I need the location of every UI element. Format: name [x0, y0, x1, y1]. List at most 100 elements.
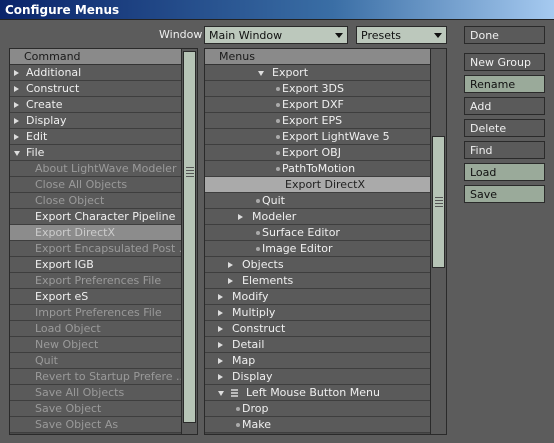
triangle-down-icon[interactable]	[258, 71, 264, 76]
dot-icon	[276, 87, 280, 91]
menu-node-export-directx[interactable]: Export DirectX	[205, 177, 430, 193]
menus-scrollbar[interactable]	[430, 49, 446, 434]
command-item-additional[interactable]: Additional	[10, 65, 181, 81]
command-item-new-object[interactable]: New Object	[10, 337, 181, 353]
add-button[interactable]: Add	[464, 97, 545, 115]
triangle-right-icon[interactable]	[218, 374, 223, 380]
menu-node-make[interactable]: Make	[205, 417, 430, 433]
command-item-save-object[interactable]: Save Object	[10, 401, 181, 417]
menu-node-export-dxf[interactable]: Export DXF	[205, 97, 430, 113]
done-button[interactable]: Done	[464, 26, 545, 44]
menu-node-objects[interactable]: Objects	[205, 257, 430, 273]
triangle-right-icon[interactable]	[228, 278, 233, 284]
menu-node-label: Export DXF	[282, 98, 344, 111]
menu-node-elements[interactable]: Elements	[205, 273, 430, 289]
command-item-edit[interactable]: Edit	[10, 129, 181, 145]
triangle-down-icon[interactable]	[218, 391, 224, 396]
command-item-export-es[interactable]: Export eS	[10, 289, 181, 305]
save-button[interactable]: Save	[464, 185, 545, 203]
command-item-about-lightwave-modeler[interactable]: About LightWave Modeler	[10, 161, 181, 177]
triangle-right-icon[interactable]	[218, 310, 223, 316]
triangle-right-icon[interactable]	[218, 294, 223, 300]
command-item-export-character-pipeline[interactable]: Export Character Pipeline	[10, 209, 181, 225]
triangle-down-icon[interactable]	[14, 151, 20, 156]
command-item-export-preferences-file[interactable]: Export Preferences File	[10, 273, 181, 289]
command-item-import-preferences-file[interactable]: Import Preferences File	[10, 305, 181, 321]
command-list[interactable]: Additional Construct Create Display Edit File…	[10, 65, 181, 433]
triangle-right-icon[interactable]	[14, 70, 19, 76]
menu-node-image-editor[interactable]: Image Editor	[205, 241, 430, 257]
grip-line	[186, 176, 194, 177]
triangle-right-icon[interactable]	[14, 134, 19, 140]
command-item-quit[interactable]: Quit	[10, 353, 181, 369]
menu-node-export-obj[interactable]: Export OBJ	[205, 145, 430, 161]
menu-node-multiply[interactable]: Multiply	[205, 305, 430, 321]
triangle-right-icon[interactable]	[14, 102, 19, 108]
window-select[interactable]: Main Window	[204, 26, 348, 44]
command-item-close-object[interactable]: Close Object	[10, 193, 181, 209]
delete-button[interactable]: Delete	[464, 119, 545, 137]
command-scrollbar-thumb[interactable]	[183, 51, 196, 423]
command-item-label: Revert to Startup Prefere ...	[35, 370, 181, 383]
command-item-display[interactable]: Display	[10, 113, 181, 129]
command-item-label: Export eS	[35, 290, 89, 303]
command-item-label: Display	[26, 114, 67, 127]
menu-node-export-eps[interactable]: Export EPS	[205, 113, 430, 129]
menu-node-surface-editor[interactable]: Surface Editor	[205, 225, 430, 241]
triangle-right-icon[interactable]	[238, 214, 243, 220]
grip-line	[186, 170, 194, 171]
command-item-label: Export IGB	[35, 258, 94, 271]
dot-icon	[276, 119, 280, 123]
chevron-down-icon	[335, 33, 343, 38]
triangle-right-icon[interactable]	[228, 262, 233, 268]
menu-node-export[interactable]: Export	[205, 65, 430, 81]
menu-node-detail[interactable]: Detail	[205, 337, 430, 353]
menu-node-map[interactable]: Map	[205, 353, 430, 369]
triangle-right-icon[interactable]	[14, 86, 19, 92]
menu-node-construct[interactable]: Construct	[205, 321, 430, 337]
menu-node-pathtomotion[interactable]: PathToMotion	[205, 161, 430, 177]
dot-icon	[236, 407, 240, 411]
command-item-create[interactable]: Create	[10, 97, 181, 113]
menus-scrollbar-thumb[interactable]	[432, 136, 445, 268]
dot-icon	[276, 167, 280, 171]
triangle-right-icon[interactable]	[218, 342, 223, 348]
menu-node-display[interactable]: Display	[205, 369, 430, 385]
grip-line	[186, 167, 194, 168]
find-button[interactable]: Find	[464, 141, 545, 159]
menu-node-label: Construct	[232, 322, 286, 335]
triangle-right-icon[interactable]	[218, 358, 223, 364]
command-item-export-directx[interactable]: Export DirectX	[10, 225, 181, 241]
rename-button[interactable]: Rename	[464, 75, 545, 93]
load-button[interactable]: Load	[464, 163, 545, 181]
command-item-construct[interactable]: Construct	[10, 81, 181, 97]
menu-node-modeler[interactable]: Modeler	[205, 209, 430, 225]
command-item-close-all-objects[interactable]: Close All Objects	[10, 177, 181, 193]
command-item-save-object-as[interactable]: Save Object As	[10, 417, 181, 433]
menus-panel[interactable]: Menus Export Export 3DS Export DXF Export E…	[204, 48, 447, 435]
menu-node-left-mouse-button-menu[interactable]: Left Mouse Button Menu	[205, 385, 430, 401]
command-scrollbar[interactable]	[181, 49, 197, 434]
window-title-bar[interactable]: Configure Menus	[0, 0, 554, 20]
command-panel[interactable]: Command Additional Construct Create Display…	[9, 48, 198, 435]
new-group-button[interactable]: New Group	[464, 53, 545, 71]
menu-node-drop[interactable]: Drop	[205, 401, 430, 417]
triangle-right-icon[interactable]	[14, 118, 19, 124]
menu-node-export-3ds[interactable]: Export 3DS	[205, 81, 430, 97]
menu-node-export-lightwave-5[interactable]: Export LightWave 5	[205, 129, 430, 145]
command-item-revert-to-startup-prefere[interactable]: Revert to Startup Prefere ...	[10, 369, 181, 385]
menu-node-modify[interactable]: Modify	[205, 289, 430, 305]
command-item-file[interactable]: File	[10, 145, 181, 161]
command-item-label: Close Object	[35, 194, 105, 207]
menus-tree[interactable]: Export Export 3DS Export DXF Export EPS Expo…	[205, 65, 430, 433]
menu-node-quit[interactable]: Quit	[205, 193, 430, 209]
command-item-load-object[interactable]: Load Object	[10, 321, 181, 337]
command-item-save-all-objects[interactable]: Save All Objects	[10, 385, 181, 401]
command-item-export-encapsulated-post[interactable]: Export Encapsulated Post ...	[10, 241, 181, 257]
command-item-export-igb[interactable]: Export IGB	[10, 257, 181, 273]
menu-node-label: Export 3DS	[282, 82, 344, 95]
command-item-label: Additional	[26, 66, 82, 79]
triangle-right-icon[interactable]	[218, 326, 223, 332]
dot-icon	[256, 247, 260, 251]
presets-select[interactable]: Presets	[356, 26, 447, 44]
